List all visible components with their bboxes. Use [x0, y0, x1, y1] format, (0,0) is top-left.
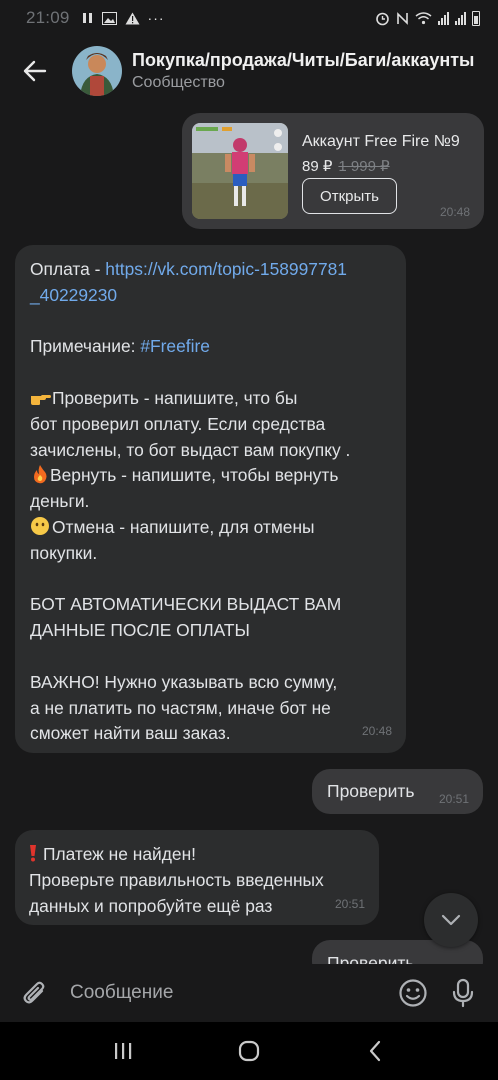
outgoing-message[interactable]: Проверить 20:51 [312, 769, 483, 814]
auto-delivery-notice-2: ДАННЫЕ ПОСЛЕ ОПЛАТЫ [30, 620, 250, 641]
recent-apps-icon [115, 1043, 132, 1059]
message-time: 20:51 [334, 897, 365, 911]
signal-icon-2 [455, 11, 466, 25]
image-icon [101, 11, 117, 25]
refund-instruction-2: деньги. [30, 491, 90, 512]
header-text[interactable]: Покупка/продажа/Читы/Баги/аккаунты Сообщ… [132, 50, 492, 92]
chevron-left-icon [369, 1040, 381, 1062]
important-notice-3: сможет найти ваш заказ. [30, 723, 231, 744]
payment-link[interactable]: https://vk.com/topic-158997781 [105, 259, 347, 279]
message-composer [0, 964, 498, 1022]
important-notice-2: а не платить по частям, иначе бот не [30, 697, 331, 718]
arrow-left-icon [23, 60, 47, 82]
cancel-instruction-2: покупки. [30, 542, 98, 563]
scroll-to-bottom-button[interactable] [424, 893, 478, 947]
pause-icon [82, 13, 92, 23]
current-price: 89 ₽ [302, 158, 333, 175]
system-navigation-bar [0, 1022, 498, 1080]
old-price: 1 999 ₽ [338, 158, 390, 175]
community-avatar[interactable] [72, 46, 122, 96]
smiley-icon [399, 979, 427, 1007]
payment-not-found-message: Платеж не найден! Проверьте правильность… [15, 830, 379, 925]
bot-instructions-message: Оплата - https://vk.com/topic-158997781 … [15, 245, 406, 753]
system-icons [375, 10, 480, 26]
wifi-icon [415, 12, 432, 25]
cancel-instruction: Отмена - напишите, для отмены [30, 515, 392, 541]
pointing-hand-icon [30, 386, 52, 412]
check-instruction-3: зачислены, то бот выдаст вам покупку . [30, 439, 351, 460]
no-mouth-face-icon [30, 516, 50, 536]
voice-message-button[interactable] [438, 964, 488, 1022]
attach-button[interactable] [0, 964, 70, 1022]
more-notifications: ··· [147, 10, 165, 26]
payment-line: Оплата - https://vk.com/topic-158997781 [30, 257, 392, 283]
status-bar: 21:09 ··· [0, 0, 498, 36]
message-input[interactable] [70, 973, 388, 1013]
product-title: Аккаунт Free Fire №9 [302, 133, 460, 150]
check-instruction: Проверить - напишите, что бы [30, 386, 392, 412]
chat-header: Покупка/продажа/Читы/Баги/аккаунты Сообщ… [0, 36, 498, 106]
message-time: 20:48 [439, 205, 470, 219]
notification-icons: ··· [82, 10, 165, 26]
status-time: 21:09 [26, 8, 70, 27]
not-found-line-2: Проверьте правильность введенных [29, 870, 324, 890]
hashtag-link[interactable]: #Freefire [140, 336, 210, 356]
product-price: 89 ₽ 1 999 ₽ [302, 157, 390, 175]
emoji-button[interactable] [388, 964, 438, 1022]
back-button[interactable] [0, 36, 70, 106]
signal-icon-1 [438, 11, 449, 25]
message-time: 20:51 [438, 792, 469, 806]
note-label: Примечание: [30, 336, 141, 357]
chevron-down-icon [441, 914, 461, 926]
refund-instruction: Вернуть - напишите, чтобы вернуть [30, 463, 392, 489]
back-nav-button[interactable] [345, 1026, 405, 1076]
home-icon [238, 1040, 260, 1062]
note-line: Примечание: #Freefire [30, 334, 392, 360]
not-found-line-3: данных и попробуйте ещё раз [29, 896, 273, 916]
product-image[interactable] [192, 123, 288, 219]
fire-icon [30, 464, 50, 484]
alarm-icon [376, 12, 389, 25]
important-notice: ВАЖНО! Нужно указывать всю сумму, [30, 671, 338, 692]
auto-delivery-notice: БОТ АВТОМАТИЧЕСКИ ВЫДАСТ ВАМ [30, 594, 342, 615]
message-time: 20:48 [361, 724, 392, 739]
battery-icon [472, 10, 480, 26]
product-card-message[interactable]: Аккаунт Free Fire №9 89 ₽ 1 999 ₽ Открыть… [182, 113, 484, 229]
paperclip-icon [23, 981, 45, 1004]
outgoing-text: Проверить [327, 781, 415, 801]
open-product-button[interactable]: Открыть [302, 178, 397, 214]
nfc-icon [397, 11, 408, 25]
warning-icon [125, 12, 140, 24]
payment-label: Оплата - [30, 259, 106, 279]
not-found-line: Платеж не найден! [29, 841, 365, 867]
payment-link-cont[interactable]: _40229230 [30, 283, 392, 309]
check-instruction-2: бот проверил оплату. Если средства [30, 413, 326, 434]
exclamation-icon [29, 844, 37, 864]
recent-apps-button[interactable] [93, 1026, 153, 1076]
community-subtitle: Сообщество [132, 74, 225, 91]
home-button[interactable] [219, 1026, 279, 1076]
microphone-icon [452, 978, 474, 1008]
community-title: Покупка/продажа/Читы/Баги/аккаунты [132, 50, 475, 70]
